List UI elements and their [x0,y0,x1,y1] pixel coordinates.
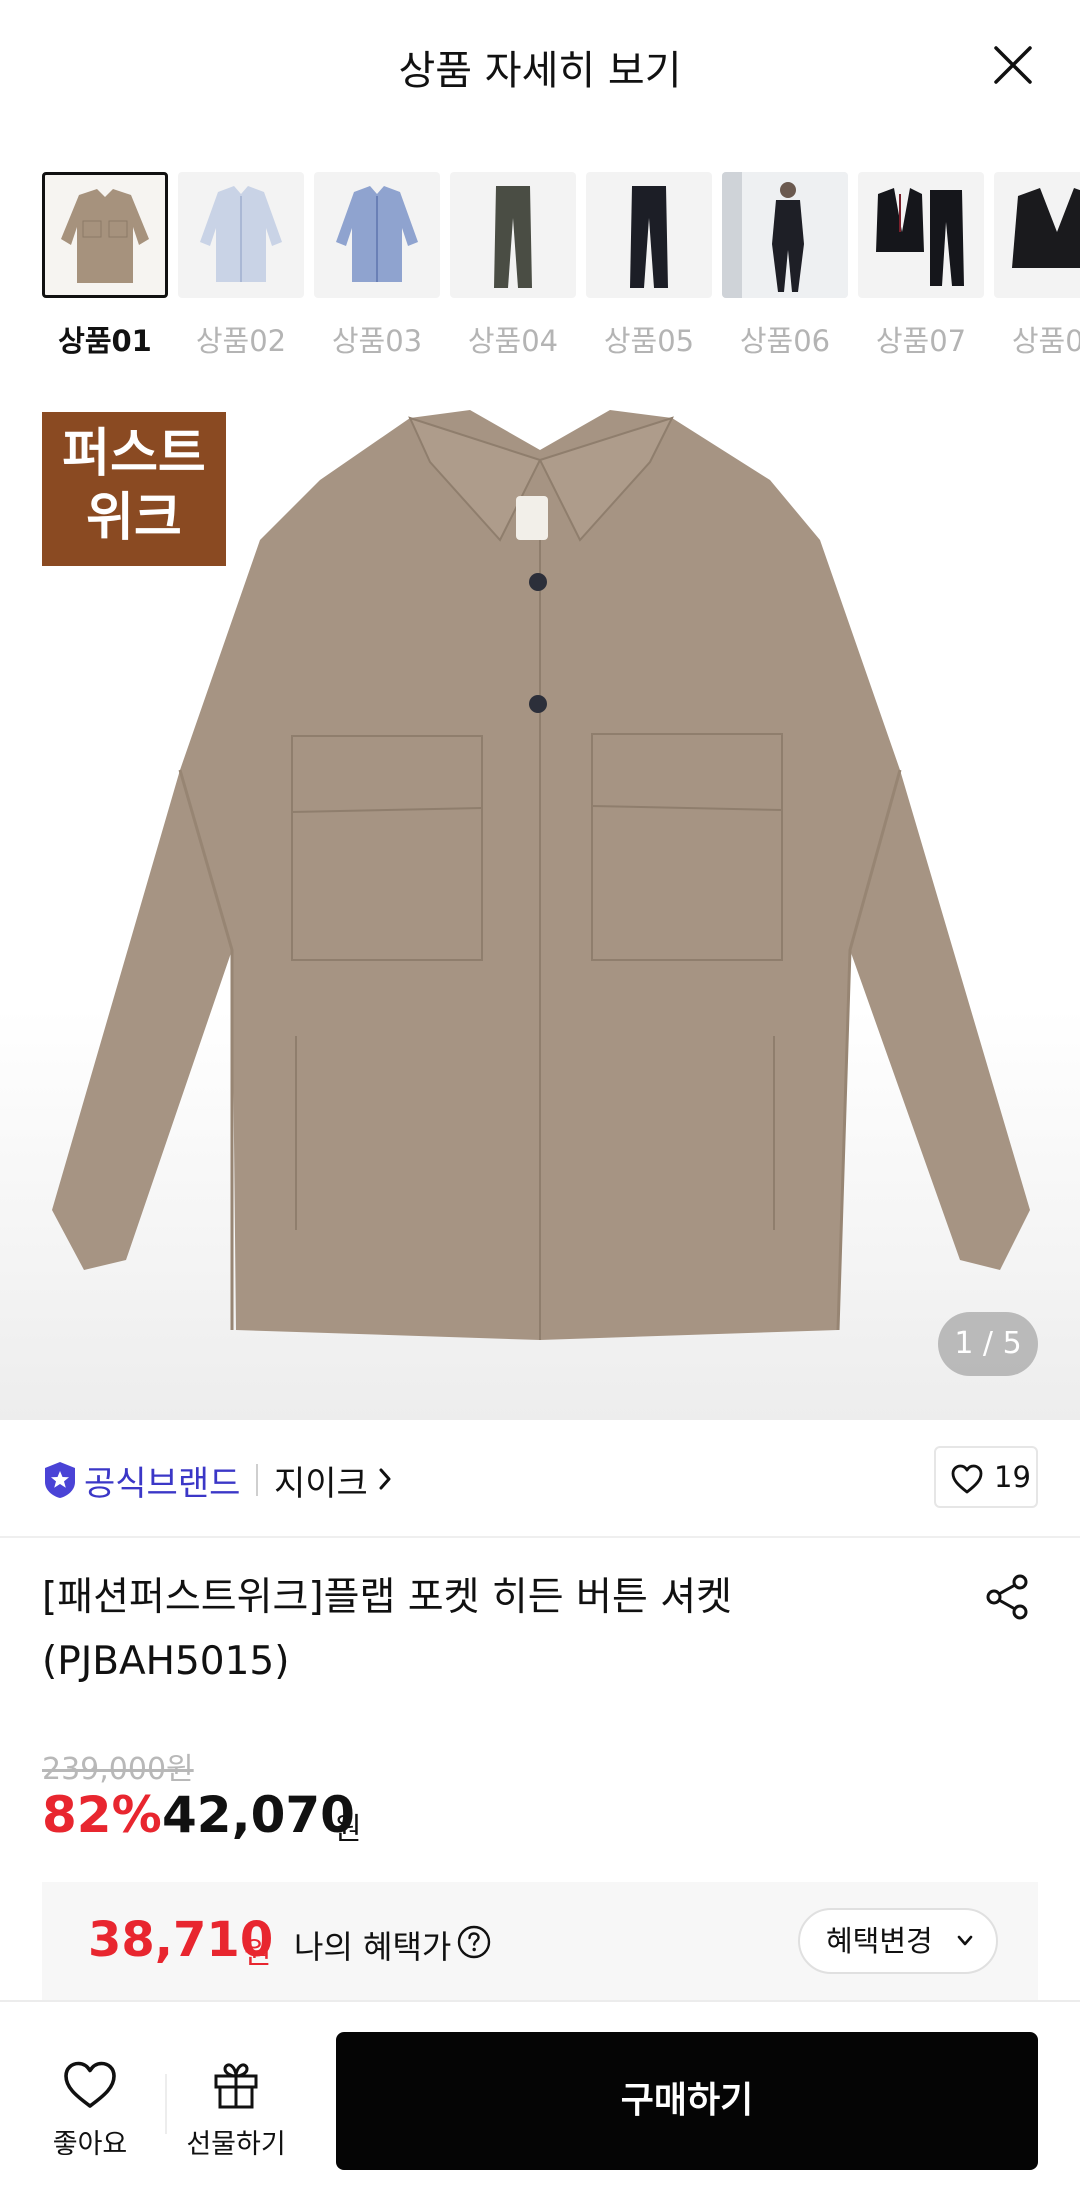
benefit-change-label: 혜택변경 [826,1924,933,1958]
thumbnail-image [42,172,168,298]
buy-button[interactable]: 구매하기 [336,2032,1038,2170]
official-brand-icon [45,1462,75,1498]
product-title-line1: [패션퍼스트위크]플랩 포켓 히든 버튼 셔켓 [42,1575,732,1620]
image-page-indicator: 1 / 5 [938,1312,1038,1376]
benefit-label: 나의 혜택가 [294,1928,452,1966]
discount-rate: 82% [42,1786,162,1844]
thumbnail-label: 상품05 [603,324,695,358]
thumbnail-item[interactable]: 상품06 [722,172,848,362]
benefit-price-box: 38,710 원 나의 혜택가 혜택변경 [42,1882,1038,2002]
official-brand-label: 공식브랜드 [84,1464,241,1504]
like-button-label: 좋아요 [52,2129,128,2160]
thumbnail-label: 상품07 [875,324,967,358]
product-title-line2: (PJBAH5015) [42,1639,290,1684]
thumbnail-label: 상품08 [1011,324,1080,358]
product-image[interactable]: 퍼스트 위크 1 / 5 [0,390,1080,1420]
thumbnail-item[interactable]: 상품02 [178,172,304,362]
like-count-button[interactable]: 19 [934,1446,1038,1508]
thumbnail-label: 상품03 [331,324,423,358]
promo-badge-line2: 위크 [86,488,182,548]
thumbnail-label: 상품04 [467,324,559,358]
chevron-down-icon [957,1935,973,1946]
sale-price: 42,070 [162,1786,355,1844]
promo-badge-line1: 퍼스트 [62,424,206,484]
product-title: [패션퍼스트위크]플랩 포켓 히든 버튼 셔켓 (PJBAH5015) [42,1566,942,1694]
thumbnail-image [178,172,304,298]
close-icon [994,46,1032,84]
bottom-action-bar: 좋아요 선물하기 구매하기 [0,2000,1080,2198]
brand-link[interactable]: 지이크 [274,1456,368,1505]
page-title: 상품 자세히 보기 [398,48,682,94]
thumbnail-item[interactable]: 상품01 [42,172,168,362]
benefit-price-unit: 원 [244,1936,272,1971]
thumbnail-label: 상품02 [195,324,287,358]
header: 상품 자세히 보기 [0,0,1080,130]
original-price: 239,000원 [42,1752,194,1787]
chevron-right-icon [379,1468,391,1490]
thumbnail-item[interactable]: 상품04 [450,172,576,362]
benefit-change-button[interactable]: 혜택변경 [798,1908,998,1974]
share-button[interactable] [982,1572,1032,1622]
thumbnail-label: 상품01 [58,324,152,358]
like-count: 19 [994,1460,1031,1494]
share-icon [986,1574,1028,1620]
divider [256,1464,258,1496]
thumbnail-image [450,172,576,298]
thumbnail-image [858,172,984,298]
help-icon[interactable] [456,1924,492,1960]
thumbnail-image [994,172,1080,298]
thumbnail-strip[interactable]: 상품01 상품02 상품03 상품04 상품05 상품06 상품07 상품0 [42,172,1080,362]
thumbnail-label: 상품06 [739,324,831,358]
brand-row: 공식브랜드 지이크 19 [0,1420,1080,1538]
heart-icon [951,1464,983,1494]
promo-badge: 퍼스트 위크 [42,412,226,566]
like-button[interactable]: 좋아요 [30,2058,150,2168]
gift-button[interactable]: 선물하기 [176,2058,296,2168]
thumbnail-image [314,172,440,298]
thumbnail-item[interactable]: 상품07 [858,172,984,362]
gift-icon [214,2063,258,2109]
thumbnail-item[interactable]: 상품03 [314,172,440,362]
thumbnail-item[interactable]: 상품05 [586,172,712,362]
thumbnail-image [722,172,848,298]
close-button[interactable] [988,40,1038,90]
gift-button-label: 선물하기 [186,2129,286,2160]
thumbnail-item[interactable]: 상품08 [994,172,1080,362]
thumbnail-image [586,172,712,298]
sale-price-unit: 원 [334,1812,362,1847]
heart-icon [64,2061,116,2108]
